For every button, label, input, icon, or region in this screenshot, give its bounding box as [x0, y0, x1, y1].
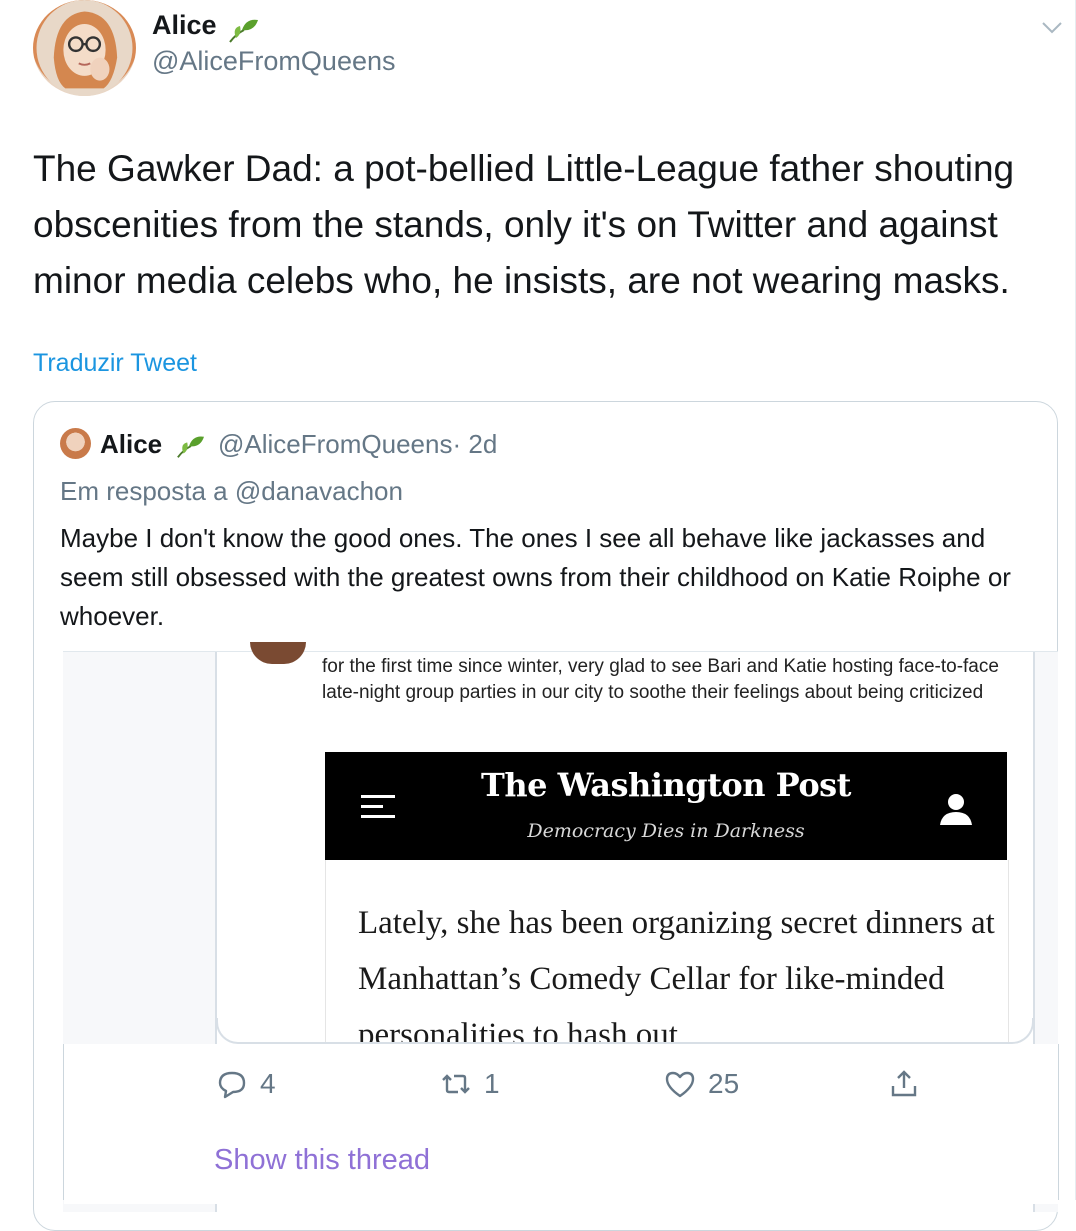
wapo-masthead: The Washington Post: [481, 766, 851, 804]
retweet-button[interactable]: 1: [440, 1066, 500, 1102]
quoted-tweet-text: Maybe I don't know the good ones. The on…: [60, 523, 1011, 631]
author-name[interactable]: Alice: [152, 10, 217, 41]
reply-button[interactable]: 4: [216, 1066, 276, 1102]
show-thread-link[interactable]: Show this thread: [214, 1144, 430, 1177]
reply-context: Em resposta a @danavachon: [60, 476, 403, 507]
quoted-avatar: [60, 428, 91, 459]
user-icon: [940, 794, 972, 825]
heart-icon: [665, 1071, 695, 1098]
quoted-author-name: Alice: [100, 429, 163, 459]
leaf-emoji-icon: [229, 19, 258, 43]
tweet-text: The Gawker Dad: a pot-bellied Little-Lea…: [33, 148, 1015, 301]
avatar[interactable]: [33, 0, 136, 96]
like-count: 25: [708, 1068, 740, 1099]
reply-icon: [218, 1071, 246, 1099]
quoted-time: · 2d: [452, 429, 498, 459]
share-icon: [891, 1070, 917, 1097]
like-button[interactable]: 25: [664, 1066, 739, 1102]
embedded-tweet-text: for the first time since winter, very gl…: [322, 656, 999, 703]
retweet-count: 1: [484, 1068, 500, 1099]
thread-card-left-edge: [63, 1044, 64, 1200]
reply-prefix: Em resposta a: [60, 476, 228, 506]
embed-inner-bottom-edge: [216, 1018, 1034, 1044]
quoted-handle-time: @AliceFromQueens· 2d: [218, 429, 497, 460]
retweet-icon: [442, 1074, 470, 1094]
translate-link[interactable]: Traduzir Tweet: [33, 349, 197, 378]
reply-count: 4: [260, 1068, 276, 1099]
reply-to-handle[interactable]: @danavachon: [235, 476, 403, 506]
quoted-handle: @AliceFromQueens: [218, 429, 453, 459]
chevron-down-icon[interactable]: [1040, 18, 1064, 36]
share-button[interactable]: [888, 1066, 920, 1102]
thread-card-right-edge: [1058, 1044, 1059, 1200]
wapo-header: The Washington Post Democracy Dies in Da…: [325, 752, 1007, 860]
leaf-emoji-icon: [177, 436, 204, 458]
wapo-tagline: Democracy Dies in Darkness: [527, 820, 805, 842]
author-handle[interactable]: @AliceFromQueens: [152, 46, 396, 77]
